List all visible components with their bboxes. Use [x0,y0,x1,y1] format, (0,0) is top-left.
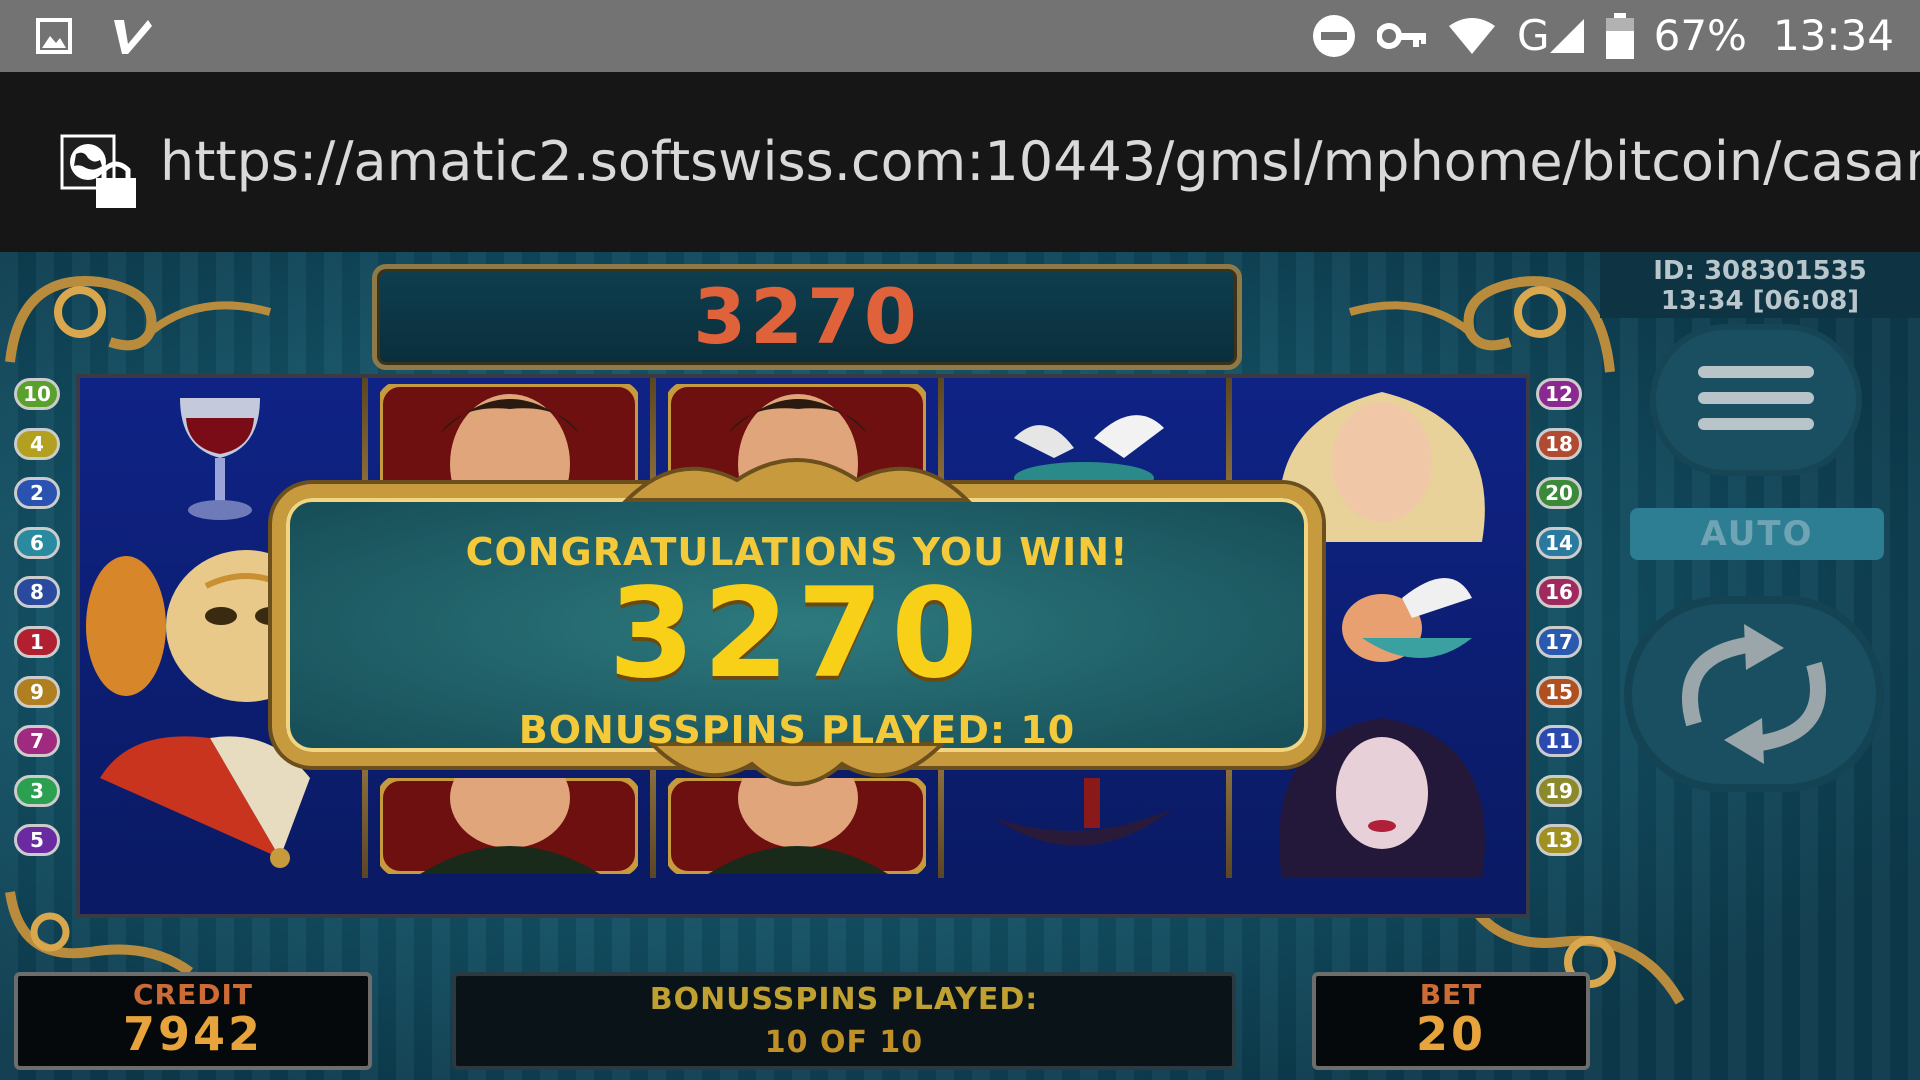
bet-value: 20 [1415,1007,1486,1061]
signal-icon [1549,19,1584,53]
hamburger-menu-line [1698,392,1814,404]
popup-ornament-top-icon [622,458,972,502]
battery-icon [1605,13,1634,59]
clock: 13:34 [1772,11,1894,60]
bonusspins-played-text: BONUSSPINS PLAYED: 10 [518,708,1076,752]
session-id: ID: 308301535 [1653,256,1867,286]
line-marker: 17 [1536,626,1582,658]
total-win-display: 3270 [372,264,1242,370]
line-marker: 2 [14,477,60,510]
hamburger-menu-icon [1698,366,1814,378]
line-marker: 6 [14,526,60,559]
status-bar: G 67% 13:34 [0,0,1920,72]
line-marker: 18 [1536,427,1582,460]
line-marker: 5 [14,824,60,857]
spin-arrows-icon [1682,624,1826,764]
auto-button[interactable]: AUTO [1630,508,1884,560]
line-marker: 8 [14,576,60,609]
line-marker: 12 [1536,378,1582,410]
line-marker: 13 [1536,824,1582,857]
cupid-icon [1342,578,1472,662]
casanova-portrait-icon [380,778,638,874]
line-marker: 20 [1536,477,1582,510]
wifi-icon [1449,18,1496,54]
line-marker: 16 [1536,576,1582,609]
scroll-ornament-left-icon [5,276,272,363]
hamburger-menu-line [1698,418,1814,430]
line-marker: 9 [14,675,60,708]
slot-game: 3270 ID: 308301535 13:34 [06:08] 10 4 2 … [0,252,1920,1080]
bonusspins-count: 10 OF 10 [764,1025,924,1060]
line-marker: 15 [1536,675,1582,708]
bonusspins-panel: BONUSSPINS PLAYED: 10 OF 10 [452,972,1236,1070]
line-marker: 1 [14,626,60,658]
line-marker: 10 [14,378,60,410]
bonusspins-label: BONUSSPINS PLAYED: [649,982,1039,1017]
bet-panel[interactable]: BET 20 [1312,972,1590,1070]
wine-glass-icon [180,398,260,520]
gallery-icon [36,18,72,54]
battery-percent: 67% [1653,11,1747,60]
do-not-disturb-icon [1313,15,1356,57]
session-time: 13:34 [06:08] [1660,286,1860,316]
total-win-value: 3270 [693,272,921,361]
line-marker: 11 [1536,725,1582,758]
win-popup: CONGRATULATIONS YOU WIN! 3270 BONUSSPINS… [272,458,1322,786]
credit-panel: CREDIT 7942 [14,972,372,1070]
gondola-icon [994,778,1174,846]
checkmark-icon [114,20,152,54]
line-marker: 7 [14,725,60,758]
line-marker: 19 [1536,774,1582,807]
spin-button[interactable] [1632,604,1876,784]
browser-address-bar[interactable]: https://amatic2.softswiss.com:10443/gmsl… [0,72,1920,252]
reel-frame-bottom [76,878,1530,918]
line-marker: 4 [14,427,60,460]
line-marker: 3 [14,774,60,807]
session-info: ID: 308301535 13:34 [06:08] [1600,252,1920,318]
line-marker: 14 [1536,526,1582,559]
scroll-ornament-right-icon [1348,276,1615,373]
win-amount: 3270 [608,562,986,706]
credit-value: 7942 [122,1007,264,1061]
network-type: G [1517,11,1550,60]
url-text[interactable]: https://amatic2.softswiss.com:10443/gmsl… [160,130,1920,194]
doves-icon [1014,415,1164,494]
key-icon [1377,23,1427,49]
menu-button[interactable] [1656,330,1856,470]
secure-lock-icon[interactable] [60,134,140,210]
